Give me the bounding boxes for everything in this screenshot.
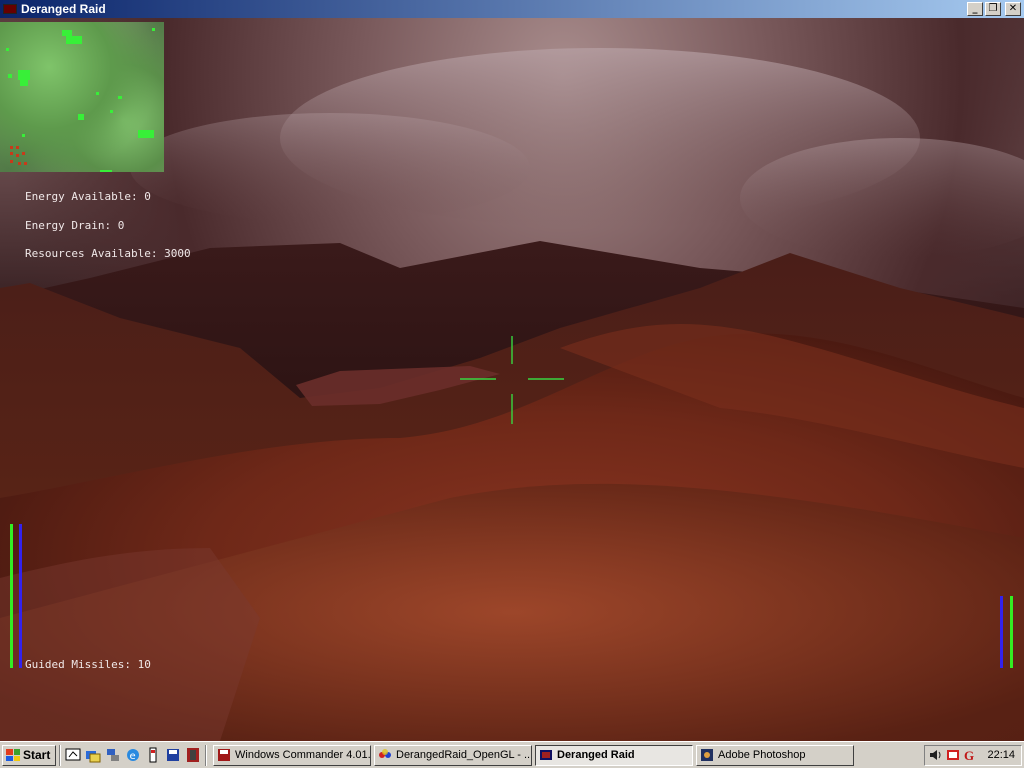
close-icon: ✕ [1008, 3, 1018, 14]
app-icon[interactable] [3, 4, 17, 14]
title-bar[interactable]: Deranged Raid _ ❐ ✕ [0, 0, 1024, 18]
help-icon[interactable] [144, 746, 162, 764]
save-icon[interactable] [164, 746, 182, 764]
start-label: Start [23, 748, 51, 762]
photoshop-icon [701, 749, 713, 761]
task-label: Adobe Photoshop [718, 749, 806, 761]
energy-drain-label: Energy Drain: 0 [25, 219, 125, 232]
close-button[interactable]: ✕ [1005, 2, 1021, 16]
floppy-icon [218, 749, 230, 761]
left-shield-bar [19, 524, 22, 668]
energy-available-label: Energy Available: 0 [25, 190, 151, 203]
keyboard-icon[interactable] [946, 748, 960, 762]
task-label: Deranged Raid [557, 749, 635, 761]
left-health-bar [10, 524, 13, 668]
paint-icon [379, 749, 391, 758]
network-icon[interactable] [104, 746, 122, 764]
task-label: Windows Commander 4.01... [235, 749, 371, 761]
minimap-markers [6, 28, 155, 172]
restore-button[interactable]: ❐ [985, 2, 1001, 16]
taskbar-separator [59, 744, 61, 766]
film-icon[interactable] [184, 746, 202, 764]
start-button[interactable]: Start [2, 744, 56, 766]
right-health-bar [1010, 596, 1013, 668]
task-derangedraid-opengl[interactable]: DerangedRaid_OpenGL - ... [374, 744, 532, 766]
speaker-icon[interactable] [929, 748, 943, 762]
crosshair-icon [460, 336, 564, 424]
minimize-icon: _ [972, 3, 978, 14]
g-icon[interactable]: G [963, 748, 977, 762]
window-title: Deranged Raid [21, 2, 106, 16]
quick-launch: e [64, 746, 202, 764]
show-desktop-icon[interactable] [64, 746, 82, 764]
task-deranged-raid[interactable]: Deranged Raid [535, 744, 693, 766]
task-windows-commander[interactable]: Windows Commander 4.01... [213, 744, 371, 766]
taskbar-separator [205, 744, 207, 766]
windows-logo-icon [6, 749, 20, 761]
explorer-icon[interactable] [84, 746, 102, 764]
right-shield-bar [1000, 596, 1003, 668]
task-adobe-photoshop[interactable]: Adobe Photoshop [696, 744, 854, 766]
game-icon [540, 750, 552, 760]
minimize-button[interactable]: _ [967, 2, 983, 16]
minimap[interactable] [0, 22, 164, 172]
svg-text:G: G [964, 748, 974, 762]
restore-icon: ❐ [988, 3, 998, 14]
guided-missiles-label: Guided Missiles: 10 [25, 658, 151, 671]
resources-available-label: Resources Available: 3000 [25, 247, 191, 260]
svg-text:e: e [130, 751, 136, 762]
taskbar: Start e Windows Commander 4.01... Derang… [0, 741, 1024, 768]
internet-explorer-icon[interactable]: e [124, 746, 142, 764]
clock[interactable]: 22:14 [987, 749, 1015, 761]
task-label: DerangedRaid_OpenGL - ... [396, 749, 532, 761]
system-tray: G 22:14 [924, 744, 1022, 766]
game-viewport[interactable]: Energy Available: 0 Energy Drain: 0 Reso… [0, 18, 1024, 741]
